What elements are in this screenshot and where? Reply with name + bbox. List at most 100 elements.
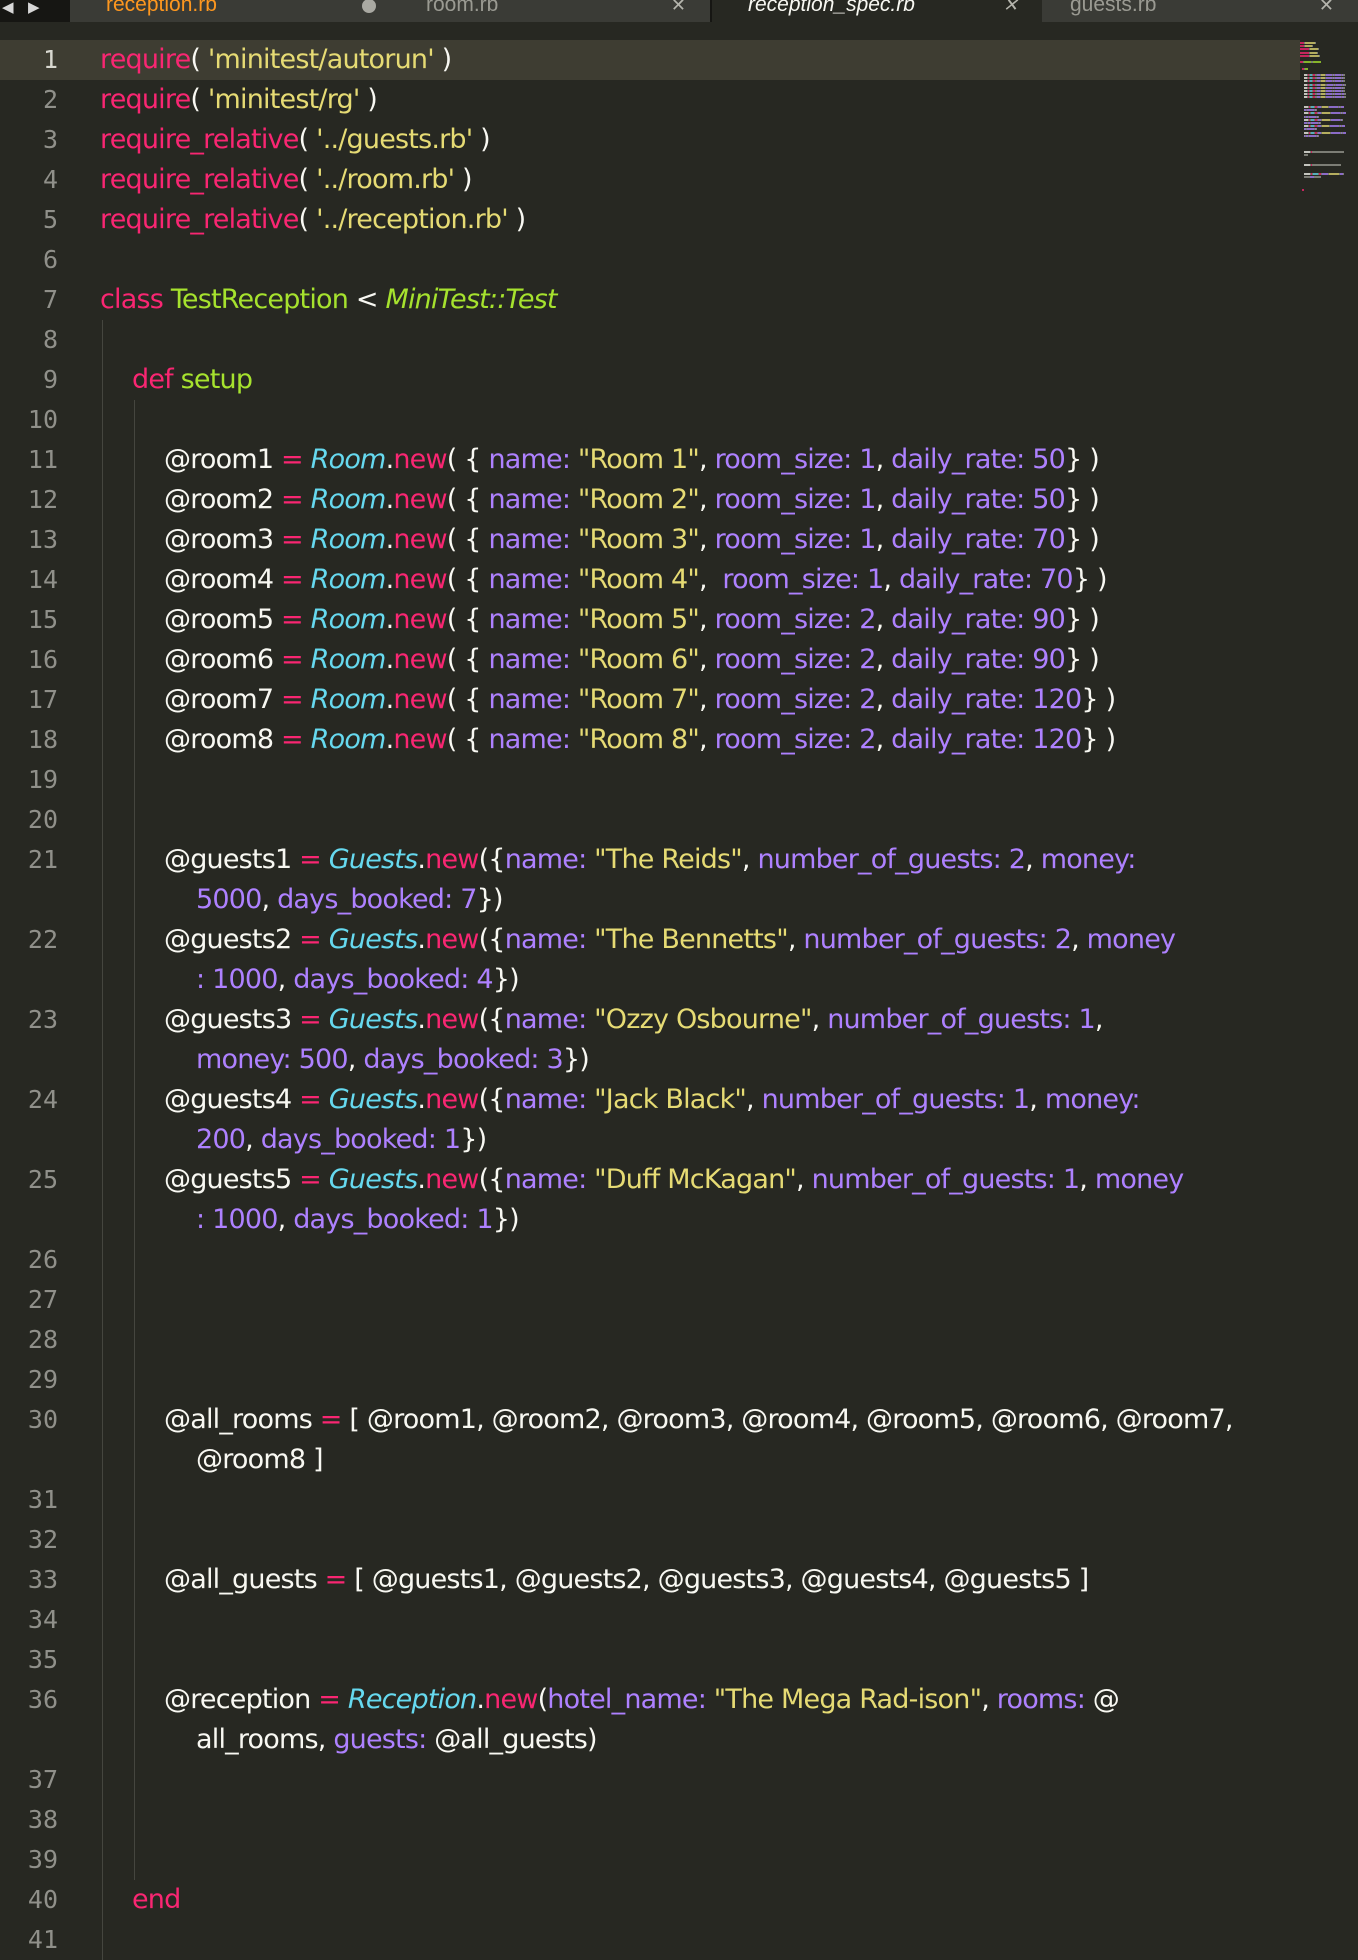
code-token: ( bbox=[190, 44, 208, 75]
arrow-left-icon[interactable]: ◀ bbox=[2, 0, 14, 16]
code-token: = bbox=[281, 564, 304, 595]
code-token: } ) bbox=[1065, 484, 1100, 515]
code-token: , bbox=[981, 1684, 997, 1715]
code-token: number_of_guests: bbox=[761, 1084, 1006, 1115]
code-token: new bbox=[393, 444, 447, 475]
code-token: ( { bbox=[446, 524, 489, 555]
code-token: money: bbox=[1044, 1084, 1141, 1115]
tab-guests-rb[interactable]: guests.rb ✕ bbox=[1034, 0, 1358, 22]
code-token: , bbox=[699, 444, 715, 475]
code-token: @room6 bbox=[164, 644, 274, 675]
code-token: } ) bbox=[1065, 644, 1100, 675]
modified-dot-icon[interactable] bbox=[362, 0, 376, 13]
code-line: def setup bbox=[132, 360, 253, 400]
tab-title: guests.rb bbox=[1070, 0, 1157, 16]
code-token: new bbox=[484, 1684, 538, 1715]
code-line: @room6 = Room.new( { name: "Room 6", roo… bbox=[164, 640, 1100, 680]
code-token: @guests3 bbox=[164, 1004, 292, 1035]
line-number: 24 bbox=[27, 1085, 58, 1114]
code-token: "The Mega Rad-ison" bbox=[713, 1684, 982, 1715]
code-token: setup bbox=[180, 364, 253, 395]
close-icon[interactable]: ✕ bbox=[671, 0, 686, 22]
code-line: @room8 = Room.new( { name: "Room 8", roo… bbox=[164, 720, 1116, 760]
code-editor[interactable]: 1 2 3 4 5 6 7 8 9 10 11 12 13 14 15 16 17 18 19 20 21 22 23 24 2… bbox=[0, 40, 1300, 1960]
code-token: 1 bbox=[859, 444, 876, 475]
code-token: ({ bbox=[478, 1164, 506, 1195]
code-line: require_relative( '../reception.rb' ) bbox=[100, 200, 526, 240]
code-token: } ) bbox=[1065, 604, 1100, 635]
code-token: @guests4 bbox=[164, 1084, 292, 1115]
code-token: Reception bbox=[347, 1684, 477, 1715]
code-token: "Room 1" bbox=[577, 444, 700, 475]
code-token: new bbox=[425, 1164, 479, 1195]
code-token: = bbox=[319, 1404, 343, 1435]
code-token: "Room 5" bbox=[577, 604, 700, 635]
code-token: }) bbox=[492, 1204, 520, 1235]
code-token: . bbox=[417, 1004, 426, 1035]
code-token: }) bbox=[476, 884, 504, 915]
code-token: , bbox=[277, 1204, 294, 1235]
code-line-wrap: all_rooms, guests: @all_guests) bbox=[196, 1720, 598, 1760]
code-line: @all_rooms = [ @room1, @room2, @room3, @… bbox=[164, 1400, 1233, 1440]
minimap-mark bbox=[1319, 54, 1320, 57]
code-token: 2 bbox=[859, 684, 876, 715]
minimap-mark bbox=[1312, 45, 1313, 48]
line-number: 31 bbox=[27, 1485, 58, 1514]
line-number: 16 bbox=[27, 645, 58, 674]
code-token: . bbox=[417, 1084, 426, 1115]
code-token: number_of_guests: bbox=[757, 844, 1001, 875]
code-token: ({ bbox=[478, 924, 506, 955]
tab-reception-spec-rb[interactable]: reception_spec.rb ✕ bbox=[712, 0, 1042, 22]
line-number: 26 bbox=[27, 1245, 58, 1274]
minimap-mark bbox=[1304, 61, 1311, 64]
minimap-mark bbox=[1342, 125, 1345, 128]
code-line: @reception = Reception.new(hotel_name: "… bbox=[164, 1680, 1120, 1720]
code-token: room_size: bbox=[722, 564, 860, 595]
code-token: ( { bbox=[446, 484, 489, 515]
code-line: require( 'minitest/rg' ) bbox=[100, 80, 378, 120]
code-token: daily_rate: bbox=[891, 644, 1025, 675]
code-token: , bbox=[875, 604, 892, 635]
code-token: money bbox=[1086, 924, 1176, 955]
tab-room-rb[interactable]: room.rb ✕ bbox=[390, 0, 710, 22]
code-token: new bbox=[425, 924, 479, 955]
line-number: 1 bbox=[42, 45, 58, 74]
code-token: @reception bbox=[164, 1684, 311, 1715]
close-icon[interactable]: ✕ bbox=[1003, 0, 1018, 22]
minimap-mark bbox=[1322, 125, 1329, 128]
code-token: Room bbox=[310, 484, 387, 515]
code-token: , bbox=[699, 564, 723, 595]
indent-guide bbox=[102, 320, 103, 1960]
minimap-mark bbox=[1305, 67, 1308, 70]
minimap-mark bbox=[1300, 48, 1309, 51]
code-token: ({ bbox=[478, 1004, 506, 1035]
tab-reception-rb[interactable]: reception.rb bbox=[70, 0, 400, 22]
minimap-mark bbox=[1302, 189, 1304, 192]
minimap-mark bbox=[1310, 48, 1318, 51]
code-token: @guests1 bbox=[164, 844, 292, 875]
code-token: 3 bbox=[546, 1044, 564, 1075]
minimap-mark bbox=[1317, 51, 1318, 54]
minimap-mark bbox=[1318, 115, 1319, 118]
arrow-right-icon[interactable]: ▶ bbox=[28, 0, 40, 16]
code-token: @all_guests bbox=[164, 1564, 318, 1595]
minimap-mark bbox=[1318, 134, 1319, 137]
code-token: = bbox=[299, 924, 322, 955]
code-token: 70 bbox=[1040, 564, 1074, 595]
code-token: number_of_guests: bbox=[811, 1164, 1056, 1195]
close-icon[interactable]: ✕ bbox=[1319, 0, 1334, 22]
minimap-mark bbox=[1343, 90, 1345, 92]
code-token: , bbox=[1079, 1164, 1095, 1195]
minimap[interactable] bbox=[1300, 40, 1358, 740]
